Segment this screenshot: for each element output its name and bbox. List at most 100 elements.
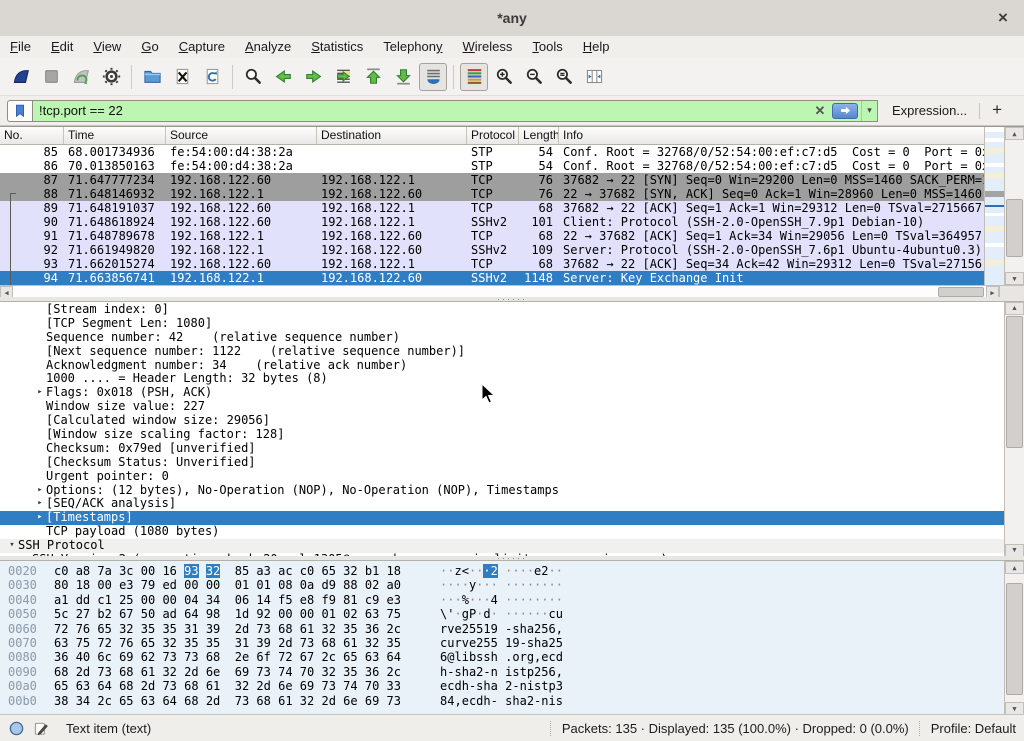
detail-row[interactable]: ▸Flags: 0x018 (PSH, ACK) (0, 386, 1006, 400)
title-bar[interactable]: *any × (0, 0, 1024, 37)
auto-scroll-button[interactable] (419, 63, 447, 91)
menu-capture[interactable]: Capture (169, 36, 235, 58)
packet-row-88[interactable]: 8871.648146932192.168.122.1192.168.122.6… (0, 187, 984, 201)
detail-row[interactable]: Window size value: 227 (0, 400, 1006, 414)
scroll-down-arrow[interactable]: ▼ (1005, 272, 1024, 285)
reload-file-button[interactable] (198, 63, 226, 91)
packet-row-91[interactable]: 9171.648789678192.168.122.1192.168.122.6… (0, 229, 984, 243)
hex-row[interactable]: 0040a1 dd c1 25 00 00 04 34 06 14 f5 e8 … (0, 593, 1024, 607)
profile-button[interactable]: Profile: Default (931, 721, 1016, 736)
detail-row[interactable]: [Window size scaling factor: 128] (0, 428, 1006, 442)
detail-row[interactable]: TCP payload (1080 bytes) (0, 525, 1006, 539)
detail-row[interactable]: Sequence number: 42 (relative sequence n… (0, 331, 1006, 345)
scroll-up-arrow[interactable]: ▲ (1005, 302, 1024, 315)
hex-row[interactable]: 00a065 63 64 68 2d 73 68 61 32 2d 6e 69 … (0, 679, 1024, 693)
detail-row[interactable]: [TCP Segment Len: 1080] (0, 317, 1006, 331)
resize-columns-button[interactable] (580, 63, 608, 91)
add-filter-button[interactable]: + (980, 100, 1012, 122)
hex-row[interactable]: 006072 76 65 32 35 35 31 39 2d 73 68 61 … (0, 622, 1024, 636)
filter-bookmark-button[interactable] (7, 100, 32, 122)
packet-row-92[interactable]: 9271.661949820192.168.122.1192.168.122.6… (0, 243, 984, 257)
scroll-up-arrow[interactable]: ▲ (1005, 127, 1024, 140)
detail-row[interactable]: [Next sequence number: 1122 (relative se… (0, 345, 1006, 359)
menu-file[interactable]: File (0, 36, 41, 58)
hex-row[interactable]: 008036 40 6c 69 62 73 73 68 2e 6f 72 67 … (0, 650, 1024, 664)
capture-comment-button[interactable] (33, 720, 50, 737)
stop-capture-button[interactable] (37, 63, 65, 91)
scroll-down-arrow[interactable]: ▼ (1005, 544, 1024, 556)
display-filter-input[interactable]: !tcp.port == 22 ✕ ▾ (32, 100, 878, 122)
intelligent-scrollbar-minimap[interactable] (984, 127, 1004, 285)
scrollbar-thumb[interactable] (1006, 199, 1023, 257)
packet-row-93[interactable]: 9371.662015274192.168.122.60192.168.122.… (0, 257, 984, 271)
filter-clear-button[interactable]: ✕ (811, 103, 829, 119)
scrollbar-thumb[interactable] (1006, 316, 1023, 448)
menu-wireless[interactable]: Wireless (453, 36, 523, 58)
menu-view[interactable]: View (83, 36, 131, 58)
detail-row[interactable]: Acknowledgment number: 34 (relative ack … (0, 359, 1006, 373)
go-to-packet-button[interactable] (329, 63, 357, 91)
hex-row[interactable]: 00505c 27 b2 67 50 ad 64 98 1d 92 00 00 … (0, 607, 1024, 621)
hscrollbar-thumb[interactable] (938, 287, 984, 297)
bytes-vscrollbar[interactable]: ▲ ▼ (1004, 561, 1024, 714)
column-header-info[interactable]: Info (559, 127, 984, 144)
detail-row[interactable]: ▾SSH Protocol (0, 539, 1006, 553)
menu-telephony[interactable]: Telephony (373, 36, 452, 58)
start-capture-button[interactable] (7, 63, 35, 91)
find-packet-button[interactable] (239, 63, 267, 91)
go-back-button[interactable] (269, 63, 297, 91)
menu-tools[interactable]: Tools (522, 36, 572, 58)
details-vscrollbar[interactable]: ▲ ▼ (1004, 302, 1024, 556)
menu-go[interactable]: Go (131, 36, 168, 58)
go-first-button[interactable] (359, 63, 387, 91)
hex-row[interactable]: 007063 75 72 76 65 32 35 35 31 39 2d 73 … (0, 636, 1024, 650)
close-file-button[interactable] (168, 63, 196, 91)
column-header-protocol[interactable]: Protocol (467, 127, 519, 144)
scrollbar-thumb[interactable] (1006, 583, 1023, 695)
filter-history-dropdown[interactable]: ▾ (861, 101, 877, 121)
zoom-out-button[interactable] (520, 63, 548, 91)
hex-row[interactable]: 003080 18 00 e3 79 ed 00 00 01 01 08 0a … (0, 578, 1024, 592)
column-header-time[interactable]: Time (64, 127, 166, 144)
expression-button[interactable]: Expression... (892, 103, 967, 118)
go-last-button[interactable] (389, 63, 417, 91)
packet-row-89[interactable]: 8971.648191037192.168.122.60192.168.122.… (0, 201, 984, 215)
hex-row[interactable]: 009068 2d 73 68 61 32 2d 6e 69 73 74 70 … (0, 665, 1024, 679)
scroll-down-arrow[interactable]: ▼ (1005, 702, 1024, 714)
column-header-length[interactable]: Length (519, 127, 559, 144)
detail-row[interactable]: ▸Options: (12 bytes), No-Operation (NOP)… (0, 484, 1006, 498)
menu-statistics[interactable]: Statistics (301, 36, 373, 58)
packet-row-87[interactable]: 8771.647777234192.168.122.60192.168.122.… (0, 173, 984, 187)
go-forward-button[interactable] (299, 63, 327, 91)
open-file-button[interactable] (138, 63, 166, 91)
restart-capture-button[interactable] (67, 63, 95, 91)
packet-row-85[interactable]: 8568.001734936fe:54:00:d4:38:2aSTP54Conf… (0, 145, 984, 159)
filter-apply-button[interactable] (832, 103, 858, 119)
capture-options-button[interactable] (97, 63, 125, 91)
column-header-source[interactable]: Source (166, 127, 317, 144)
scroll-up-arrow[interactable]: ▲ (1005, 561, 1024, 574)
colorize-button[interactable] (460, 63, 488, 91)
detail-row[interactable]: [Calculated window size: 29056] (0, 414, 1006, 428)
packet-list-vscrollbar[interactable]: ▲ ▼ (1004, 127, 1024, 285)
packet-row-86[interactable]: 8670.013850163fe:54:00:d4:38:2aSTP54Conf… (0, 159, 984, 173)
hex-row[interactable]: 00b038 34 2c 65 63 64 68 2d 73 68 61 32 … (0, 694, 1024, 708)
detail-row[interactable]: ▸[SEQ/ACK analysis] (0, 497, 1006, 511)
detail-row[interactable]: 1000 .... = Header Length: 32 bytes (8) (0, 372, 1006, 386)
zoom-in-button[interactable] (490, 63, 518, 91)
menu-analyze[interactable]: Analyze (235, 36, 301, 58)
detail-row[interactable]: [Stream index: 0] (0, 303, 1006, 317)
packet-row-90[interactable]: 9071.648618924192.168.122.60192.168.122.… (0, 215, 984, 229)
column-header-no[interactable]: No. (0, 127, 64, 144)
column-header-destination[interactable]: Destination (317, 127, 467, 144)
close-window-button[interactable]: × (992, 7, 1014, 29)
menu-help[interactable]: Help (573, 36, 620, 58)
expert-info-button[interactable] (8, 720, 25, 737)
detail-row[interactable]: Checksum: 0x79ed [unverified] (0, 442, 1006, 456)
detail-row[interactable]: ▸[Timestamps] (0, 511, 1006, 525)
packet-row-94[interactable]: 9471.663856741192.168.122.1192.168.122.6… (0, 271, 984, 285)
hex-row[interactable]: 0020c0 a8 7a 3c 00 16 93 32 85 a3 ac c0 … (0, 564, 1024, 578)
detail-row[interactable]: [Checksum Status: Unverified] (0, 456, 1006, 470)
zoom-reset-button[interactable] (550, 63, 578, 91)
menu-edit[interactable]: Edit (41, 36, 83, 58)
